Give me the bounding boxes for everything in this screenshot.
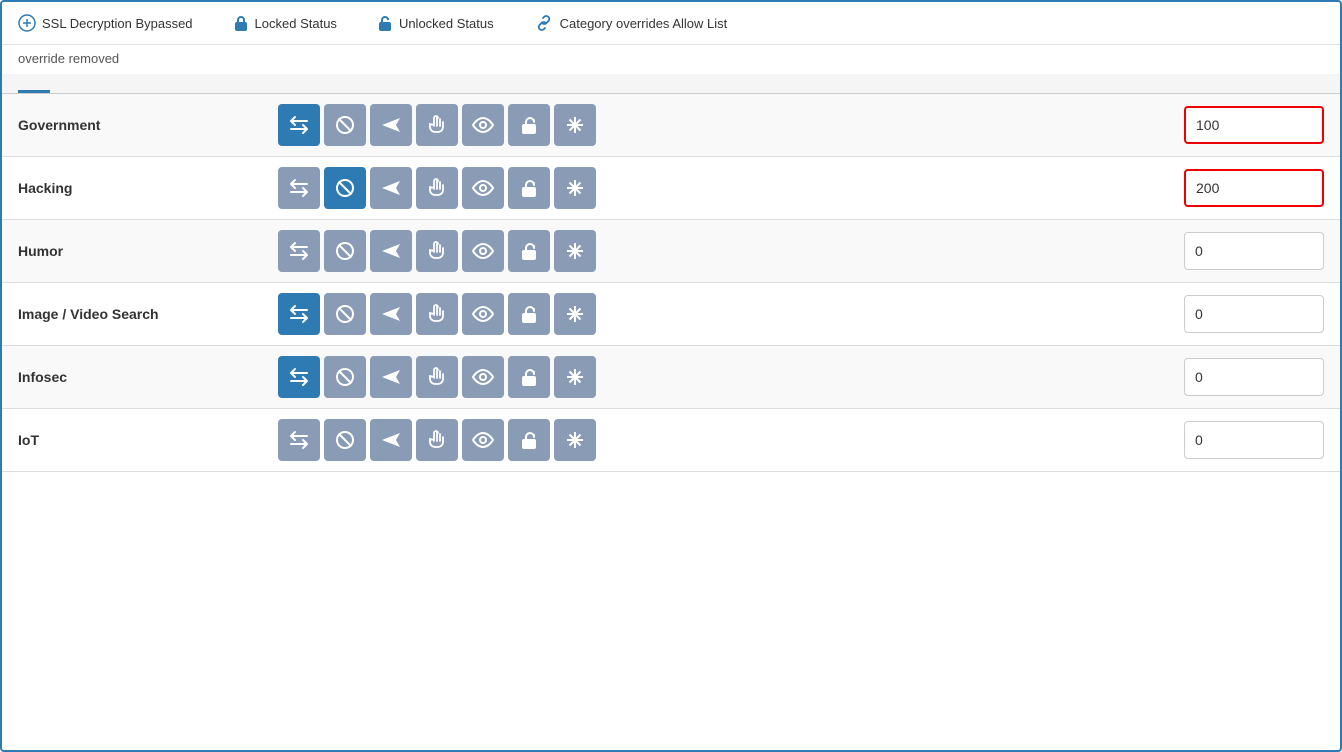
action-btn-government-0[interactable] <box>278 104 320 146</box>
override-removed-text: override removed <box>2 45 1340 74</box>
action-btn-image-video-search-6[interactable] <box>554 293 596 335</box>
legend-locked-status: Locked Status <box>233 14 337 32</box>
legend-bar: SSL Decryption Bypassed Locked Status <box>2 2 1340 45</box>
action-btn-humor-5[interactable] <box>508 230 550 272</box>
legend-unlocked-status: Unlocked Status <box>377 14 494 32</box>
category-row: Government <box>2 94 1340 157</box>
score-input-iot[interactable] <box>1184 421 1324 459</box>
action-btn-infosec-4[interactable] <box>462 356 504 398</box>
tab-2[interactable] <box>54 74 86 93</box>
action-btn-hacking-6[interactable] <box>554 167 596 209</box>
tab-4[interactable] <box>126 74 158 93</box>
action-buttons-infosec <box>278 356 1144 398</box>
action-btn-iot-0[interactable] <box>278 419 320 461</box>
action-btn-hacking-2[interactable] <box>370 167 412 209</box>
tab-3[interactable] <box>90 74 122 93</box>
action-btn-iot-6[interactable] <box>554 419 596 461</box>
ssl-bypassed-label: SSL Decryption Bypassed <box>42 16 193 31</box>
score-input-hacking[interactable] <box>1184 169 1324 207</box>
main-container: SSL Decryption Bypassed Locked Status <box>0 0 1342 752</box>
action-btn-humor-2[interactable] <box>370 230 412 272</box>
lock-icon <box>233 14 249 32</box>
categories-table: Government Hacking Humor Image / Video Sear… <box>2 94 1340 472</box>
chain-icon <box>534 14 554 32</box>
action-btn-image-video-search-2[interactable] <box>370 293 412 335</box>
action-btn-hacking-4[interactable] <box>462 167 504 209</box>
action-btn-hacking-3[interactable] <box>416 167 458 209</box>
category-name-image-video-search: Image / Video Search <box>18 306 278 322</box>
action-btn-government-4[interactable] <box>462 104 504 146</box>
score-input-infosec[interactable] <box>1184 358 1324 396</box>
action-btn-infosec-3[interactable] <box>416 356 458 398</box>
category-name-iot: IoT <box>18 432 278 448</box>
category-row: Image / Video Search <box>2 283 1340 346</box>
unlocked-status-label: Unlocked Status <box>399 16 494 31</box>
action-buttons-hacking <box>278 167 1144 209</box>
action-btn-iot-4[interactable] <box>462 419 504 461</box>
locked-status-label: Locked Status <box>255 16 337 31</box>
action-btn-infosec-0[interactable] <box>278 356 320 398</box>
score-input-government[interactable] <box>1184 106 1324 144</box>
tab-bar <box>2 74 1340 94</box>
action-btn-humor-0[interactable] <box>278 230 320 272</box>
action-buttons-image-video-search <box>278 293 1144 335</box>
category-row: Infosec <box>2 346 1340 409</box>
action-buttons-iot <box>278 419 1144 461</box>
category-name-infosec: Infosec <box>18 369 278 385</box>
action-btn-government-5[interactable] <box>508 104 550 146</box>
action-btn-humor-3[interactable] <box>416 230 458 272</box>
action-btn-government-6[interactable] <box>554 104 596 146</box>
action-btn-infosec-5[interactable] <box>508 356 550 398</box>
tab-5[interactable] <box>162 74 194 93</box>
unlocked-icon <box>377 14 393 32</box>
action-btn-image-video-search-4[interactable] <box>462 293 504 335</box>
category-row: Hacking <box>2 157 1340 220</box>
score-input-humor[interactable] <box>1184 232 1324 270</box>
action-buttons-humor <box>278 230 1144 272</box>
action-btn-image-video-search-5[interactable] <box>508 293 550 335</box>
action-btn-image-video-search-1[interactable] <box>324 293 366 335</box>
action-btn-humor-6[interactable] <box>554 230 596 272</box>
action-btn-image-video-search-3[interactable] <box>416 293 458 335</box>
action-btn-iot-3[interactable] <box>416 419 458 461</box>
category-name-hacking: Hacking <box>18 180 278 196</box>
score-input-image-video-search[interactable] <box>1184 295 1324 333</box>
action-btn-government-1[interactable] <box>324 104 366 146</box>
legend-category-overrides: Category overrides Allow List <box>534 14 728 32</box>
action-btn-image-video-search-0[interactable] <box>278 293 320 335</box>
action-btn-infosec-1[interactable] <box>324 356 366 398</box>
category-name-humor: Humor <box>18 243 278 259</box>
action-btn-government-3[interactable] <box>416 104 458 146</box>
legend-ssl-bypassed: SSL Decryption Bypassed <box>18 14 193 32</box>
action-btn-infosec-6[interactable] <box>554 356 596 398</box>
action-btn-iot-2[interactable] <box>370 419 412 461</box>
action-buttons-government <box>278 104 1144 146</box>
action-btn-iot-1[interactable] <box>324 419 366 461</box>
action-btn-humor-4[interactable] <box>462 230 504 272</box>
action-btn-iot-5[interactable] <box>508 419 550 461</box>
category-row: IoT <box>2 409 1340 472</box>
action-btn-hacking-5[interactable] <box>508 167 550 209</box>
action-btn-government-2[interactable] <box>370 104 412 146</box>
category-overrides-label: Category overrides Allow List <box>560 16 728 31</box>
link-icon <box>18 14 36 32</box>
tab-1[interactable] <box>18 74 50 93</box>
category-row: Humor <box>2 220 1340 283</box>
category-name-government: Government <box>18 117 278 133</box>
action-btn-infosec-2[interactable] <box>370 356 412 398</box>
action-btn-hacking-1[interactable] <box>324 167 366 209</box>
action-btn-hacking-0[interactable] <box>278 167 320 209</box>
action-btn-humor-1[interactable] <box>324 230 366 272</box>
